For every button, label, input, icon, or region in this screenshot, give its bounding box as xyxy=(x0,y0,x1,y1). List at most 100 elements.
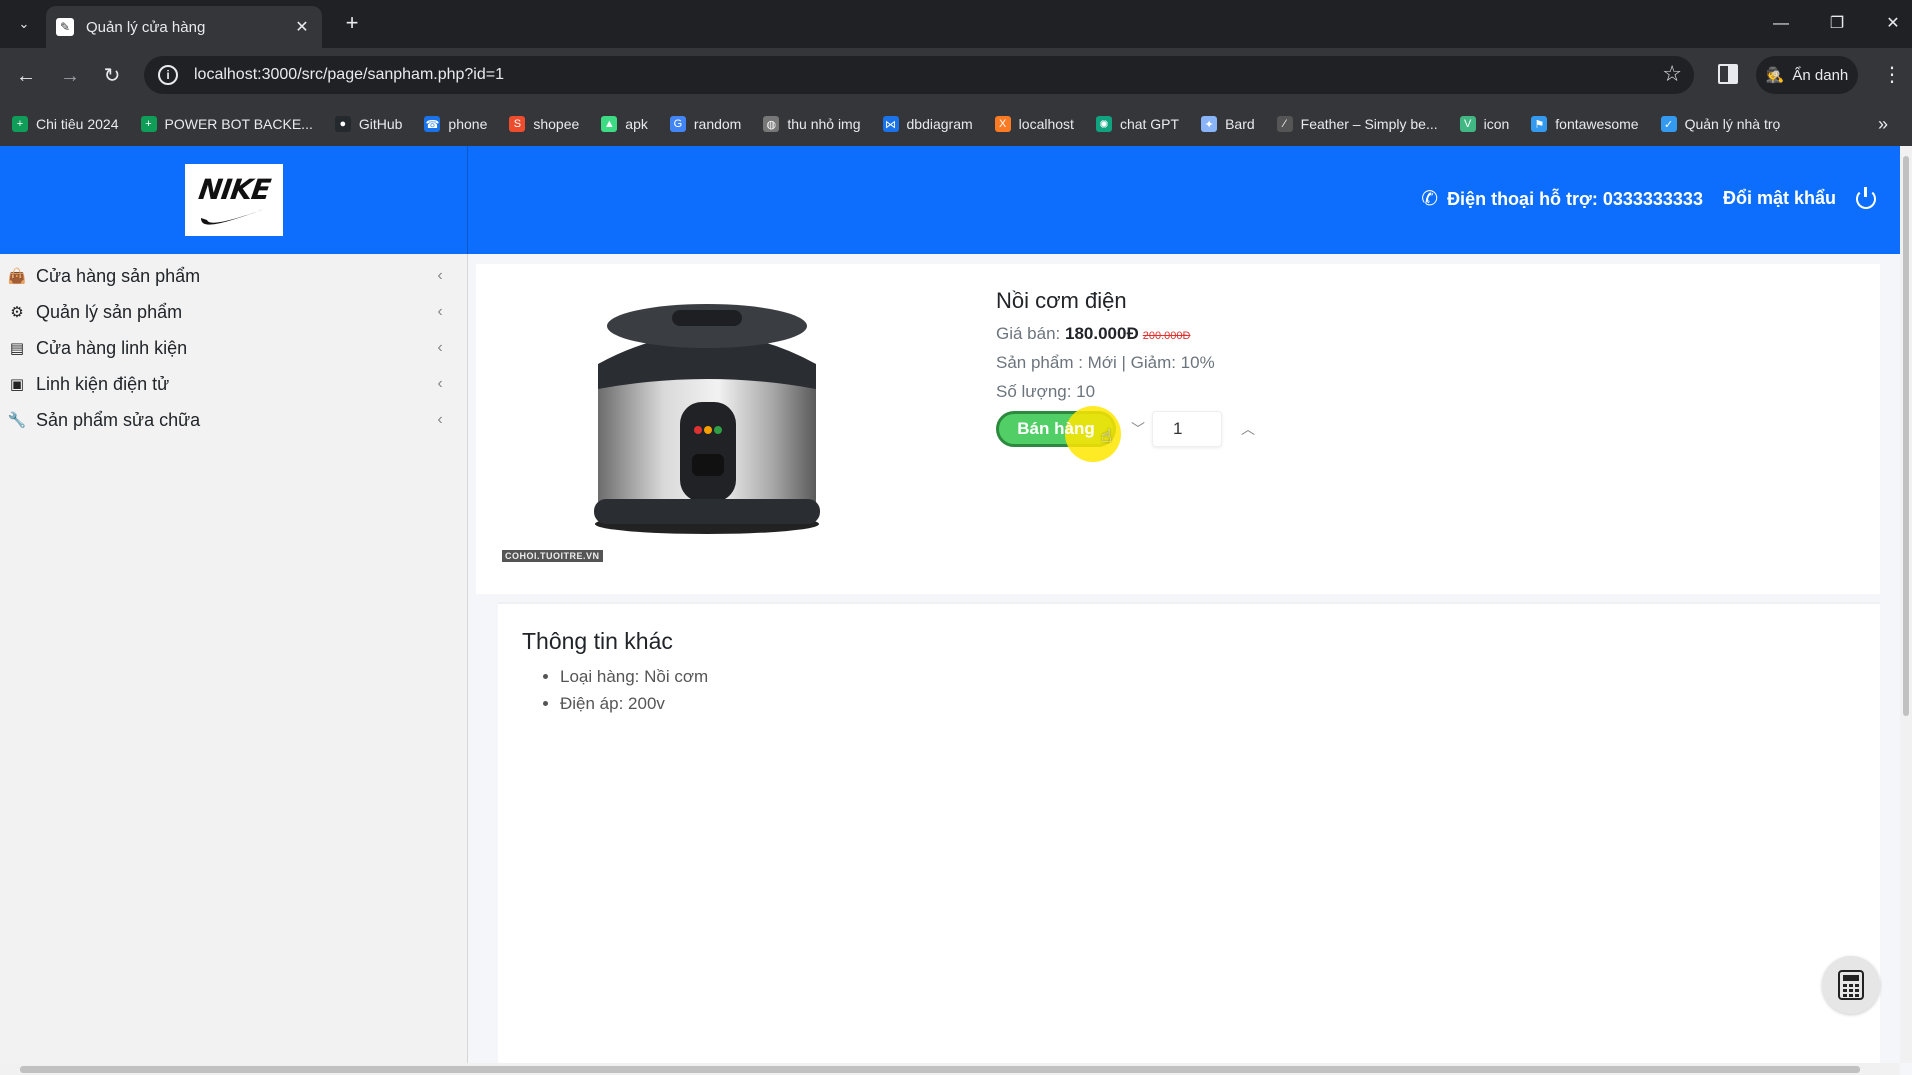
bookmark-item[interactable]: ☎ phone xyxy=(424,116,487,132)
url-text[interactable]: localhost:3000/src/page/sanpham.php?id=1 xyxy=(194,66,504,84)
wrench-icon: 🔧 xyxy=(7,412,27,429)
calculator-button[interactable] xyxy=(1822,956,1880,1014)
horizontal-scrollbar[interactable] xyxy=(0,1063,1900,1075)
change-password-link[interactable]: Đổi mật khẩu xyxy=(1723,188,1836,209)
bookmark-item[interactable]: ◍ thu nhỏ img xyxy=(763,116,861,132)
bookmark-item[interactable]: Xlocalhost xyxy=(994,116,1074,132)
nike-logo[interactable]: NIKE xyxy=(185,164,283,236)
sidebar-item-label: Linh kiện điện tử xyxy=(36,373,170,394)
tab-search-chevron-icon[interactable]: ⌄ xyxy=(10,12,38,36)
vertical-scrollbar[interactable] xyxy=(1900,146,1912,1063)
browser-menu-icon[interactable]: ⋮ xyxy=(1882,62,1902,87)
logo-area: NIKE xyxy=(0,146,468,254)
forward-button[interactable]: → xyxy=(56,62,84,90)
chevron-left-icon[interactable]: ‹ xyxy=(425,267,455,285)
bookmark-item[interactable]: Vicon xyxy=(1459,116,1510,132)
check-icon: ✓ xyxy=(1660,116,1677,132)
android-icon: ▲ xyxy=(601,116,618,132)
bookmark-label: shopee xyxy=(533,116,580,132)
sidebar: 👜 Cửa hàng sản phẩm ‹ ⚙ Quản lý sản phẩm ‹ ▤ Cử… xyxy=(0,254,468,1075)
bookmarks-bar: + Chi tiêu 2024 + POWER BOT BACKE... ● GitHub… xyxy=(0,102,1912,146)
bookmark-item[interactable]: ✦ Bard xyxy=(1201,116,1255,132)
reload-button[interactable]: ↻ xyxy=(98,62,126,90)
incognito-icon: 🕵 xyxy=(1765,67,1785,84)
phone-icon: ☎ xyxy=(424,116,441,132)
sidebar-item[interactable]: 👜 Cửa hàng sản phẩm ‹ xyxy=(0,258,467,294)
sidebar-item[interactable]: ⚙ Quản lý sản phẩm ‹ xyxy=(0,294,467,330)
bookmark-item[interactable]: ⋈ dbdiagram xyxy=(882,116,973,132)
sidebar-item[interactable]: ▣ Linh kiện điện tử ‹ xyxy=(0,366,467,402)
address-bar[interactable]: i localhost:3000/src/page/sanpham.php?id… xyxy=(144,56,1694,94)
bookmark-label: random xyxy=(693,116,742,132)
product-info: Nồi cơm điện Giá bán: 180.000Đ 200.000Đ S… xyxy=(996,288,1258,462)
bookmark-label: icon xyxy=(1483,116,1510,132)
bookmark-star-icon[interactable]: ☆ xyxy=(1662,61,1682,87)
sidebar-item-label: Cửa hàng sản phẩm xyxy=(36,265,201,286)
support-phone-text: Điện thoại hỗ trợ: 0333333333 xyxy=(1447,189,1703,209)
vertical-scroll-thumb[interactable] xyxy=(1903,156,1909,716)
browser-tab-strip: ⌄ ✎ Quản lý cửa hàng ✕ + — ❐ ✕ xyxy=(0,0,1912,48)
attribute-list: Loại hàng: Nồi cơm Điện áp: 200v xyxy=(522,667,1856,714)
close-tab-icon[interactable]: ✕ xyxy=(292,17,312,37)
tab-favicon-icon: ✎ xyxy=(56,18,74,36)
sheets-icon: + xyxy=(140,116,157,132)
bookmark-item[interactable]: ⁄ Feather – Simply be... xyxy=(1276,116,1438,132)
shopping-bag-icon: 👜 xyxy=(7,268,27,285)
bookmark-item[interactable]: Grandom xyxy=(669,116,742,132)
decrease-quantity-icon[interactable]: ﹀ xyxy=(1128,419,1148,439)
bookmark-item[interactable]: Sshopee xyxy=(509,116,579,132)
bookmark-item[interactable]: ▲ apk xyxy=(601,116,648,132)
bookmark-label: thu nhỏ img xyxy=(787,116,861,132)
price-line: Giá bán: 180.000Đ 200.000Đ xyxy=(996,324,1258,344)
bookmark-label: chat GPT xyxy=(1119,116,1180,132)
horizontal-scroll-thumb[interactable] xyxy=(20,1066,1860,1073)
bookmark-label: phone xyxy=(448,116,488,132)
side-panel-icon[interactable] xyxy=(1718,64,1738,84)
bookmark-item[interactable]: ● GitHub xyxy=(334,116,403,132)
minimize-window-icon[interactable]: — xyxy=(1766,10,1796,38)
page: NIKE ✆ Điện thoại hỗ trợ: 0333333333 Đổi… xyxy=(0,146,1912,1075)
quantity-input[interactable]: 1 xyxy=(1152,411,1222,447)
status-line: Sản phẩm : Mới | Giảm: 10% xyxy=(996,353,1215,372)
support-phone[interactable]: ✆ Điện thoại hỗ trợ: 0333333333 xyxy=(1421,186,1703,211)
globe-icon: ◍ xyxy=(763,116,780,132)
chevron-left-icon[interactable]: ‹ xyxy=(425,375,455,393)
restore-window-icon[interactable]: ❐ xyxy=(1822,10,1852,38)
sidebar-item-label: Quản lý sản phẩm xyxy=(36,301,183,322)
site-info-icon[interactable]: i xyxy=(158,65,178,85)
chevron-left-icon[interactable]: ‹ xyxy=(425,339,455,357)
close-window-icon[interactable]: ✕ xyxy=(1878,10,1908,38)
chevron-left-icon[interactable]: ‹ xyxy=(425,303,455,321)
increase-quantity-icon[interactable]: ︿ xyxy=(1238,419,1258,439)
bookmark-item[interactable]: ⚑ fontawesome xyxy=(1531,116,1639,132)
bookmark-item[interactable]: + Chi tiêu 2024 xyxy=(12,116,119,132)
more-bookmarks-icon[interactable]: » xyxy=(1878,114,1888,135)
bookmark-item[interactable]: ✓ Quản lý nhà trọ xyxy=(1660,116,1780,132)
bookmark-label: GitHub xyxy=(358,116,403,132)
price-value: 180.000Đ xyxy=(1065,324,1139,343)
new-tab-button[interactable]: + xyxy=(340,12,364,36)
microchip-icon: ▣ xyxy=(9,376,25,393)
quantity-line: Số lượng: 10 xyxy=(996,382,1096,401)
sidebar-item[interactable]: ▤ Cửa hàng linh kiện ‹ xyxy=(0,330,467,366)
bookmark-label: POWER BOT BACKE... xyxy=(164,116,313,132)
sparkle-icon: ✦ xyxy=(1201,116,1218,132)
other-info-card: Thông tin khác Loại hàng: Nồi cơm Điện áp… xyxy=(498,602,1880,1072)
logout-power-icon[interactable] xyxy=(1856,186,1876,209)
phone-icon: ✆ xyxy=(1421,188,1439,210)
sidebar-item[interactable]: 🔧 Sản phẩm sửa chữa ‹ xyxy=(0,402,467,438)
bookmark-item[interactable]: ✺ chat GPT xyxy=(1095,116,1180,132)
google-icon: G xyxy=(669,116,686,132)
chevron-left-icon[interactable]: ‹ xyxy=(425,411,455,429)
browser-tab-active[interactable]: ✎ Quản lý cửa hàng ✕ xyxy=(46,6,322,48)
back-button[interactable]: ← xyxy=(12,62,40,90)
incognito-badge[interactable]: 🕵 Ẩn danh xyxy=(1756,56,1858,94)
header-actions: ✆ Điện thoại hỗ trợ: 0333333333 Đổi mật … xyxy=(1421,186,1876,211)
sell-button[interactable]: Bán hàng ☝ xyxy=(996,406,1121,462)
tab-title: Quản lý cửa hàng xyxy=(86,18,206,36)
main-content: COHOI.TUOITRE.VN Nồi cơm điện Giá bán: 1… xyxy=(476,264,1880,1075)
shopee-icon: S xyxy=(509,116,526,132)
bookmark-label: Feather – Simply be... xyxy=(1300,116,1438,132)
bookmark-item[interactable]: + POWER BOT BACKE... xyxy=(140,116,313,132)
swoosh-icon xyxy=(201,207,267,225)
